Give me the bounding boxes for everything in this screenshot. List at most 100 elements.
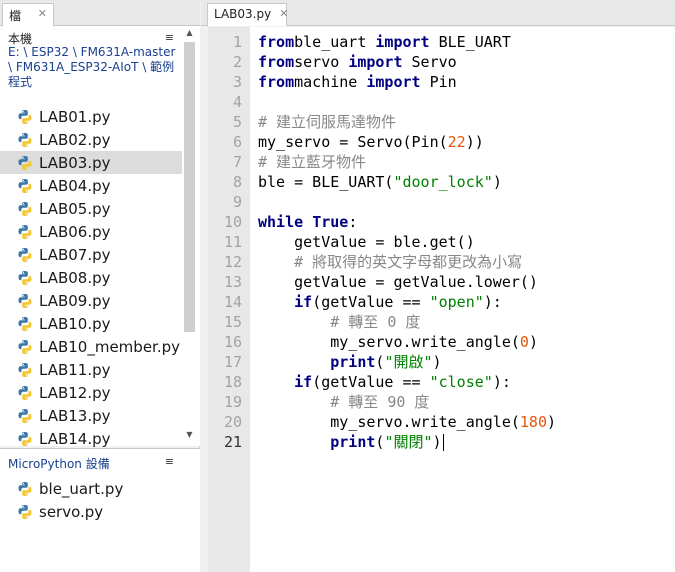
- file-item[interactable]: LAB03.py: [0, 151, 182, 174]
- python-file-icon: [18, 109, 32, 124]
- code-line[interactable]: # 轉至 90 度: [258, 392, 429, 412]
- python-file-icon: [18, 385, 32, 400]
- python-file-icon: [18, 316, 32, 331]
- python-file-icon: [18, 504, 32, 519]
- code-editor[interactable]: fromble_uart import BLE_UART fromservo im…: [250, 27, 675, 572]
- local-file-list: LAB01.py LAB02.py LAB03.py LAB04.py LAB05.py…: [0, 105, 182, 450]
- code-token: my_servo = Servo(Pin(: [258, 133, 448, 151]
- code-token: getValue = getValue.lower(): [258, 273, 538, 291]
- code-line[interactable]: # 轉至 0 度: [258, 312, 420, 332]
- code-line[interactable]: getValue = ble.get(): [258, 232, 475, 252]
- scroll-up-icon[interactable]: ▲: [184, 28, 195, 40]
- line-number: 11: [223, 233, 242, 251]
- code-line[interactable]: frommachine import Pin: [258, 72, 457, 92]
- python-file-icon: [18, 270, 32, 285]
- file-item[interactable]: LAB10_member.py: [0, 335, 182, 358]
- file-item[interactable]: LAB01.py: [0, 105, 182, 128]
- vertical-scrollbar[interactable]: ▲ ▼: [183, 28, 196, 442]
- code-line[interactable]: print("開啟"): [258, 352, 441, 372]
- code-line[interactable]: while True:: [258, 212, 357, 232]
- file-item[interactable]: LAB14.py: [0, 427, 182, 450]
- file-item[interactable]: LAB02.py: [0, 128, 182, 151]
- code-token: from: [258, 53, 295, 71]
- code-token: 0: [519, 333, 529, 351]
- code-line[interactable]: getValue = getValue.lower(): [258, 272, 538, 292]
- python-file-icon: [18, 431, 32, 446]
- code-token: ): [528, 333, 538, 351]
- code-token: print: [330, 353, 376, 371]
- file-item[interactable]: LAB12.py: [0, 381, 182, 404]
- file-item[interactable]: LAB06.py: [0, 220, 182, 243]
- code-token: "door_lock": [393, 173, 493, 191]
- file-item[interactable]: LAB09.py: [0, 289, 182, 312]
- python-file-icon: [18, 293, 32, 308]
- code-token: getValue = ble.get(): [258, 233, 475, 251]
- local-path-breadcrumb[interactable]: E: \ ESP32 \ FM631A-master \ FM631A_ESP3…: [8, 45, 176, 90]
- code-line[interactable]: fromservo import Servo: [258, 52, 457, 72]
- scroll-down-icon[interactable]: ▼: [184, 430, 195, 442]
- file-name: ble_uart.py: [39, 479, 124, 498]
- code-line[interactable]: # 將取得的英文字母都更改為小寫: [258, 252, 522, 272]
- python-file-icon: [18, 481, 32, 496]
- code-line[interactable]: # 建立藍牙物件: [258, 152, 366, 172]
- file-item[interactable]: LAB10.py: [0, 312, 182, 335]
- code-token: ):: [483, 293, 502, 311]
- device-file-list: ble_uart.py servo.py: [0, 477, 182, 523]
- file-item[interactable]: LAB11.py: [0, 358, 182, 381]
- close-icon[interactable]: ✕: [38, 7, 47, 26]
- code-token: if: [294, 293, 313, 311]
- close-icon[interactable]: ✕: [279, 7, 288, 26]
- code-line[interactable]: my_servo = Servo(Pin(22)): [258, 132, 484, 152]
- file-item[interactable]: LAB05.py: [0, 197, 182, 220]
- line-number: 8: [232, 173, 242, 191]
- file-item[interactable]: ble_uart.py: [0, 477, 182, 500]
- line-number: 6: [232, 133, 242, 151]
- code-token: from: [258, 73, 295, 91]
- code-line[interactable]: my_servo.write_angle(0): [258, 332, 538, 352]
- code-token: ble = BLE_UART(: [258, 173, 394, 191]
- code-line[interactable]: my_servo.write_angle(180): [258, 412, 556, 432]
- menu-icon[interactable]: ≡: [165, 31, 174, 44]
- code-token: 180: [519, 413, 547, 431]
- code-token: ): [492, 173, 502, 191]
- code-token: ): [432, 433, 442, 451]
- code-token: # 轉至 90 度: [258, 393, 430, 411]
- file-name: LAB05.py: [39, 199, 111, 218]
- code-line[interactable]: print("關閉"): [258, 432, 444, 452]
- line-number: 12: [223, 253, 242, 271]
- python-file-icon: [18, 155, 32, 170]
- file-item[interactable]: servo.py: [0, 500, 182, 523]
- line-number: 20: [223, 413, 242, 431]
- file-item[interactable]: LAB07.py: [0, 243, 182, 266]
- menu-icon[interactable]: ≡: [165, 455, 174, 468]
- file-name: LAB01.py: [39, 107, 111, 126]
- code-line[interactable]: fromble_uart import BLE_UART: [258, 32, 511, 52]
- file-name: LAB09.py: [39, 291, 111, 310]
- tab-lab03[interactable]: LAB03.py ✕: [207, 3, 288, 26]
- code-token: import: [348, 53, 403, 71]
- code-token: import: [366, 73, 421, 91]
- editor-tabbar: LAB03.py ✕: [201, 0, 675, 26]
- line-number: 21: [223, 433, 242, 451]
- code-line[interactable]: # 建立伺服馬達物件: [258, 112, 396, 132]
- file-item[interactable]: LAB08.py: [0, 266, 182, 289]
- code-token: my_servo.write_angle(: [258, 413, 520, 431]
- tab-files[interactable]: 檔案 ✕: [2, 3, 54, 40]
- code-token: "close": [429, 373, 493, 391]
- line-number: 18: [223, 373, 242, 391]
- code-line[interactable]: if(getValue == "open"):: [258, 292, 502, 312]
- files-tabbar: 檔案 ✕: [0, 0, 200, 40]
- text-cursor: [442, 434, 444, 451]
- file-item[interactable]: LAB13.py: [0, 404, 182, 427]
- line-number: 13: [223, 273, 242, 291]
- file-name: LAB12.py: [39, 383, 111, 402]
- editor-tab-label: LAB03.py: [214, 7, 272, 21]
- code-line[interactable]: ble = BLE_UART("door_lock"): [258, 172, 502, 192]
- line-number: 3: [232, 73, 242, 91]
- code-line[interactable]: if(getValue == "close"):: [258, 372, 511, 392]
- scrollbar-thumb[interactable]: [184, 42, 195, 332]
- file-item[interactable]: LAB04.py: [0, 174, 182, 197]
